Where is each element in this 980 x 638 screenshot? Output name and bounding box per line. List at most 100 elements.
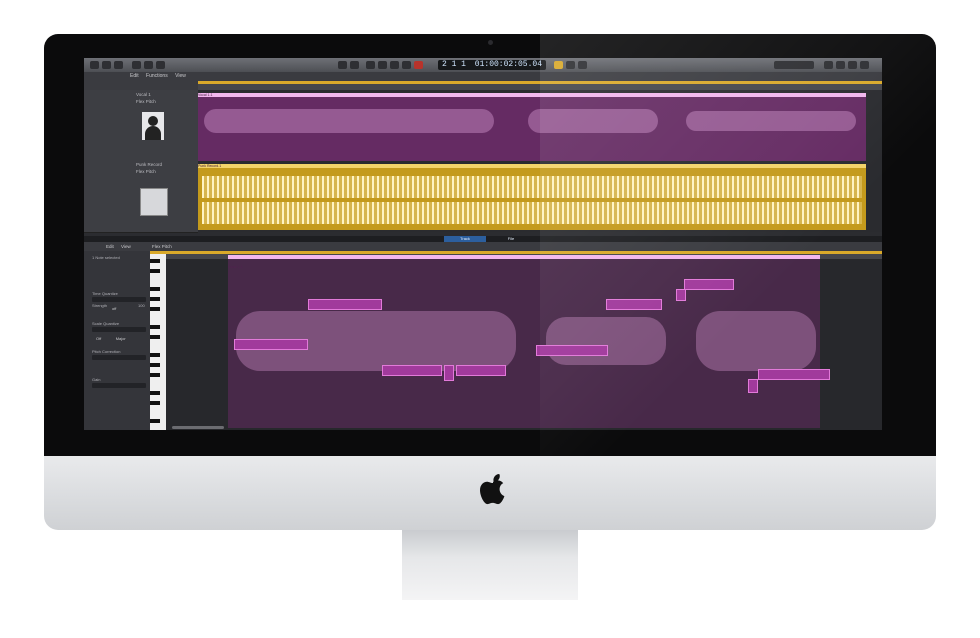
count-in-button[interactable] bbox=[566, 61, 575, 69]
tracks-menu-bar: Edit Functions View bbox=[84, 72, 882, 81]
smart-controls-button[interactable] bbox=[132, 61, 141, 69]
piano-keyboard[interactable] bbox=[150, 251, 166, 430]
track-mode: Flex Pitch bbox=[136, 169, 156, 174]
control-bar: 2 1 1 01:00:02:05.04 bbox=[84, 58, 882, 72]
list-editors-button[interactable] bbox=[824, 61, 833, 69]
drum-region[interactable]: Punk Record.1 bbox=[198, 164, 866, 230]
black-key[interactable] bbox=[150, 401, 160, 405]
pitch-note[interactable] bbox=[308, 299, 382, 310]
waveform bbox=[202, 202, 862, 224]
black-key[interactable] bbox=[150, 259, 160, 263]
library-button[interactable] bbox=[90, 61, 99, 69]
gain-label: Gain bbox=[92, 377, 101, 382]
black-key[interactable] bbox=[150, 419, 160, 423]
metronome-button[interactable] bbox=[578, 61, 587, 69]
rewind-button[interactable] bbox=[338, 61, 347, 69]
drum-machine-icon bbox=[140, 188, 168, 216]
black-key[interactable] bbox=[150, 325, 160, 329]
scale-mode: Major bbox=[115, 336, 126, 341]
waveform bbox=[528, 109, 658, 133]
black-key[interactable] bbox=[150, 287, 160, 291]
track-header-drum[interactable]: Punk Record Flex Pitch bbox=[84, 160, 198, 233]
apple-logo-icon bbox=[480, 474, 505, 505]
editor-inspector: 1 Note selected Time Quantize off Streng… bbox=[84, 251, 150, 430]
time-quantize-select[interactable]: off bbox=[92, 297, 146, 311]
waveform bbox=[204, 109, 494, 133]
waveform bbox=[546, 317, 666, 365]
black-key[interactable] bbox=[150, 363, 160, 367]
pitch-correction-label: Pitch Correction bbox=[92, 349, 121, 354]
pitch-note[interactable] bbox=[684, 279, 734, 290]
horizontal-scrollbar[interactable] bbox=[172, 426, 224, 429]
pitch-note[interactable] bbox=[456, 365, 506, 376]
forward-button[interactable] bbox=[350, 61, 359, 69]
camera-dot bbox=[488, 40, 493, 45]
editor-header: Edit View Flex Pitch bbox=[84, 242, 882, 251]
tuner-button[interactable] bbox=[554, 61, 563, 69]
region-name: Vocal 1.1 bbox=[198, 93, 866, 97]
black-key[interactable] bbox=[150, 373, 160, 377]
track-header-vocal[interactable]: Vocal 1 Flex Pitch bbox=[84, 90, 198, 161]
black-key[interactable] bbox=[150, 297, 160, 301]
edit-menu[interactable]: Edit bbox=[130, 73, 139, 79]
track-name: Punk Record bbox=[136, 162, 163, 167]
editor-cycle-range[interactable] bbox=[150, 251, 882, 254]
view-menu[interactable]: View bbox=[175, 73, 186, 79]
arrange-lane-vocal[interactable]: Vocal 1.1 bbox=[198, 90, 882, 162]
black-key[interactable] bbox=[150, 335, 160, 339]
black-key[interactable] bbox=[150, 307, 160, 311]
pitch-note[interactable] bbox=[748, 379, 758, 393]
cycle-range[interactable] bbox=[198, 81, 882, 84]
black-key[interactable] bbox=[150, 391, 160, 395]
pitch-note[interactable] bbox=[536, 345, 608, 356]
stop-button[interactable] bbox=[366, 61, 375, 69]
mixer-button[interactable] bbox=[144, 61, 153, 69]
browsers-button[interactable] bbox=[860, 61, 869, 69]
screen: 2 1 1 01:00:02:05.04 Edit Functions View… bbox=[84, 58, 882, 430]
waveform bbox=[202, 176, 862, 198]
notepad-button[interactable] bbox=[836, 61, 845, 69]
waveform bbox=[696, 311, 816, 371]
black-key[interactable] bbox=[150, 353, 160, 357]
editor-view-menu[interactable]: View bbox=[121, 244, 131, 249]
track-mode: Flex Pitch bbox=[136, 99, 156, 104]
pitch-note[interactable] bbox=[676, 289, 686, 301]
record-button[interactable] bbox=[390, 61, 399, 69]
pitch-note[interactable] bbox=[758, 369, 830, 380]
pitch-note[interactable] bbox=[234, 339, 308, 350]
master-volume-slider[interactable] bbox=[774, 61, 814, 69]
editors-button[interactable] bbox=[156, 61, 165, 69]
lcd-time: 01:00:02:05.04 bbox=[474, 60, 543, 69]
scale-quantize-label: Scale Quantize bbox=[92, 321, 120, 326]
waveform bbox=[686, 111, 856, 131]
track-list-header bbox=[84, 81, 198, 90]
strength-value[interactable]: 100 bbox=[138, 303, 145, 308]
record-arm-button[interactable] bbox=[414, 61, 423, 69]
region-name: Punk Record.1 bbox=[198, 164, 866, 168]
pitch-note[interactable] bbox=[606, 299, 662, 310]
gain-slider[interactable] bbox=[92, 383, 146, 388]
arrange-ruler[interactable] bbox=[198, 81, 882, 90]
pitch-correction-slider[interactable] bbox=[92, 355, 146, 360]
lcd-display[interactable]: 2 1 1 01:00:02:05.04 bbox=[438, 60, 546, 70]
vocal-region[interactable]: Vocal 1.1 bbox=[198, 93, 866, 161]
loop-browser-button[interactable] bbox=[848, 61, 857, 69]
cycle-button[interactable] bbox=[402, 61, 411, 69]
pitch-note[interactable] bbox=[382, 365, 442, 376]
pitch-note[interactable] bbox=[444, 365, 454, 381]
lcd-bars: 2 1 1 bbox=[441, 60, 466, 69]
arrange-lane-drum[interactable]: Punk Record.1 bbox=[198, 162, 882, 232]
flex-pitch-grid[interactable]: Vocal 1.1 bbox=[166, 255, 882, 430]
editor-mode[interactable]: Flex Pitch bbox=[152, 244, 172, 249]
black-key[interactable] bbox=[150, 269, 160, 273]
scale-quantize-select[interactable]: Off Major bbox=[92, 327, 146, 341]
play-button[interactable] bbox=[378, 61, 387, 69]
selection-status: 1 Note selected bbox=[92, 255, 120, 260]
scale-key: Off bbox=[96, 336, 102, 341]
track-name: Vocal 1 bbox=[136, 92, 151, 97]
time-quantize-value: off bbox=[112, 306, 117, 311]
functions-menu[interactable]: Functions bbox=[146, 73, 168, 79]
inspector-button[interactable] bbox=[102, 61, 111, 69]
editor-edit-menu[interactable]: Edit bbox=[106, 244, 114, 249]
toolbar-button[interactable] bbox=[114, 61, 123, 69]
